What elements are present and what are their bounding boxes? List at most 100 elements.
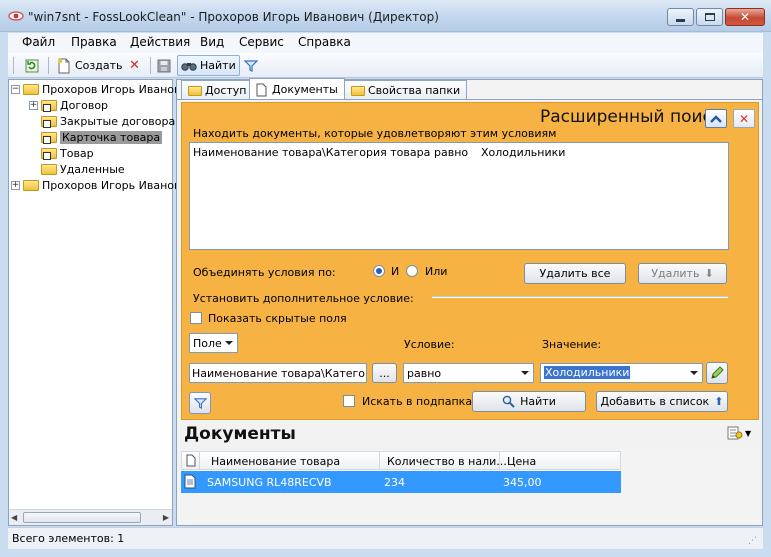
column-separator — [379, 452, 380, 469]
tree-item-root-2[interactable]: + Прохоров Игорь Иванов — [11, 177, 180, 193]
column-header-price[interactable]: Цена — [507, 455, 536, 468]
radio-or[interactable] — [406, 265, 418, 277]
column-header-name[interactable]: Наименование товара — [211, 455, 340, 468]
tree-item-product[interactable]: Товар — [41, 145, 94, 161]
scroll-left-icon[interactable]: ◀ — [11, 513, 17, 522]
document-column-icon — [186, 454, 196, 467]
expand-icon[interactable]: + — [29, 100, 38, 110]
tree-item-product-card[interactable]: Карточка товара — [41, 129, 163, 145]
menu-bar: Файл Правка Действия Вид Сервис Справка — [8, 33, 763, 53]
tree-item-label: Удаленные — [60, 162, 125, 176]
refresh-button[interactable] — [22, 55, 42, 76]
search-subfolders-label: Искать в подпапках — [362, 395, 479, 408]
tree-item-label: Закрытые договора — [60, 114, 176, 128]
chevron-down-icon — [521, 371, 529, 375]
tree-item-label: Товар — [60, 146, 94, 160]
tree-item-closed-contracts[interactable]: Закрытые договора — [41, 113, 175, 129]
close-window-button[interactable]: ✕ — [725, 8, 765, 26]
tab-folder-properties[interactable]: Свойства папки — [344, 80, 468, 100]
toolbar-separator — [48, 57, 49, 74]
conditions-label: Находить документы, которые удовлетворяю… — [193, 127, 557, 140]
save-icon — [157, 59, 171, 72]
delete-all-button[interactable]: Удалить все — [524, 263, 626, 284]
close-search-button[interactable]: ✕ — [733, 109, 755, 128]
collapse-icon[interactable]: − — [11, 84, 20, 94]
menu-service[interactable]: Сервис — [239, 35, 284, 49]
add-to-list-button[interactable]: Добавить в список ⬆ — [596, 391, 728, 412]
folder-tree[interactable]: − Прохоров Игорь Иванов + Договор Закрыт… — [8, 79, 180, 526]
shortcut-folder-icon — [41, 115, 57, 128]
filter-icon — [244, 59, 258, 72]
radio-or-label: Или — [425, 265, 448, 278]
field-input[interactable]: Наименование товара\Категория — [189, 363, 367, 383]
binoculars-icon — [181, 62, 197, 71]
show-hidden-label: Показать скрытые поля — [208, 312, 347, 325]
delete-condition-button[interactable]: Удалить ⬇ — [638, 263, 727, 284]
menu-file[interactable]: Файл — [22, 35, 55, 49]
find-button[interactable]: Найти — [472, 391, 586, 412]
collapse-search-button[interactable] — [705, 109, 727, 128]
toolbar-separator — [150, 57, 151, 74]
tab-documents[interactable]: Документы — [249, 78, 345, 100]
filter-button[interactable] — [241, 55, 261, 76]
arrow-down-icon: ⬇ — [704, 267, 714, 280]
tab-label: Документы — [272, 83, 338, 96]
radio-and-label: И — [391, 265, 400, 278]
tree-item-deleted[interactable]: Удаленные — [41, 161, 125, 177]
list-settings-icon — [727, 426, 743, 440]
condition-operator[interactable]: равно — [434, 146, 468, 159]
chevron-down-icon: ▼ — [745, 428, 752, 438]
maximize-button[interactable] — [696, 8, 723, 26]
edit-value-button[interactable] — [706, 362, 728, 384]
cell-name: SAMSUNG RL48RECVB — [207, 476, 332, 489]
create-button[interactable]: Создать — [54, 55, 126, 76]
scroll-right-icon[interactable]: ▶ — [163, 513, 169, 522]
field-type-value: Поле — [193, 337, 222, 350]
save-button[interactable] — [154, 55, 174, 76]
separator-line — [432, 296, 728, 298]
radio-and[interactable] — [373, 265, 385, 277]
folder-icon — [351, 85, 365, 96]
condition-field[interactable]: Наименование товара\Категория товара — [193, 146, 430, 159]
condition-value[interactable]: Холодильники — [481, 146, 565, 159]
filter-search-button[interactable] — [189, 392, 211, 414]
delete-button[interactable]: ✕ — [126, 55, 143, 76]
menu-edit[interactable]: Правка — [71, 35, 117, 49]
search-title: Расширенный поиск — [540, 107, 723, 127]
tree-item-label: Прохоров Игорь Иванов — [42, 178, 181, 192]
key-folder-icon — [188, 85, 202, 96]
show-hidden-checkbox[interactable] — [190, 312, 202, 324]
search-subfolders-checkbox[interactable] — [343, 395, 355, 407]
operator-dropdown[interactable]: равно — [403, 363, 534, 383]
expand-icon[interactable]: + — [11, 180, 20, 190]
add-to-list-label: Добавить в список — [600, 395, 710, 408]
shortcut-folder-icon — [41, 131, 57, 144]
field-type-dropdown[interactable]: Поле — [189, 333, 238, 353]
minimize-button[interactable] — [667, 8, 694, 26]
tree-horizontal-scrollbar[interactable]: ◀ ▶ — [9, 509, 172, 525]
menu-actions[interactable]: Действия — [130, 35, 190, 49]
operator-value: равно — [407, 367, 442, 380]
tree-item-dogovor[interactable]: + Договор — [29, 97, 108, 113]
resize-grip-icon[interactable]: ⋰ — [748, 536, 757, 546]
close-icon: ✕ — [738, 111, 750, 126]
column-header-quantity[interactable]: Количество в нали... — [387, 455, 507, 468]
menu-view[interactable]: Вид — [200, 35, 224, 49]
refresh-icon — [25, 59, 39, 72]
status-text: Всего элементов: 1 — [12, 532, 125, 545]
delete-condition-label: Удалить — [651, 267, 700, 280]
find-toolbar-button[interactable]: Найти — [177, 55, 240, 76]
tab-access[interactable]: Доступ — [181, 80, 254, 100]
condition-header: Условие: — [404, 338, 455, 351]
eye-icon — [8, 11, 24, 21]
view-options-button[interactable]: ▼ — [727, 426, 751, 440]
close-icon: ✕ — [739, 10, 751, 24]
browse-field-button[interactable]: ... — [372, 363, 397, 383]
value-dropdown[interactable]: Холодильники — [540, 363, 703, 383]
menu-help[interactable]: Справка — [298, 35, 351, 49]
tree-item-root-1[interactable]: − Прохоров Игорь Иванов — [11, 81, 180, 97]
scrollbar-thumb[interactable] — [23, 512, 141, 523]
document-icon — [256, 83, 267, 96]
toolbar-grip — [13, 57, 14, 74]
delete-all-label: Удалить все — [539, 267, 611, 280]
